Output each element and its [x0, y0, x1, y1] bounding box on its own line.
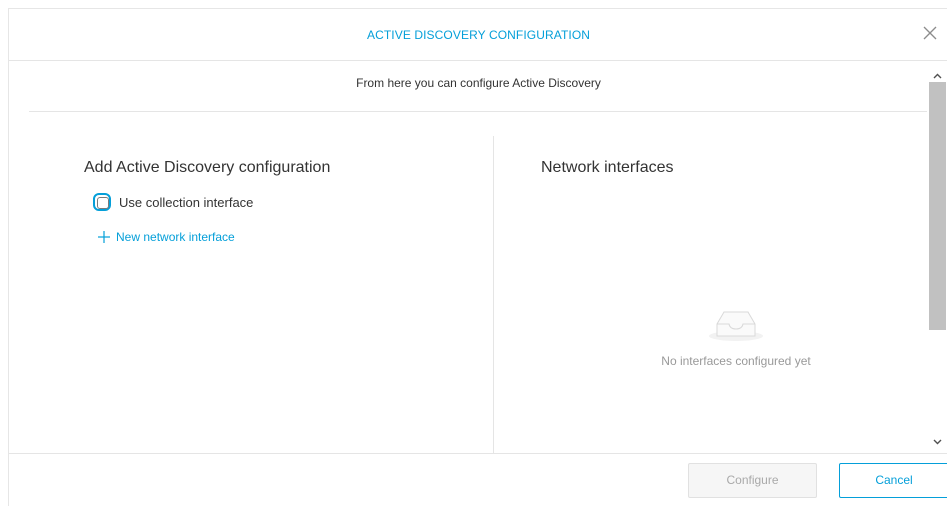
- scrollbar-thumb[interactable]: [929, 82, 946, 330]
- new-network-interface-label: New network interface: [116, 230, 235, 244]
- dialog-body: From here you can configure Active Disco…: [9, 62, 947, 453]
- vertical-scrollbar[interactable]: [927, 62, 947, 453]
- cancel-button[interactable]: Cancel: [839, 463, 947, 498]
- plus-icon: [98, 231, 110, 243]
- active-discovery-dialog: ACTIVE DISCOVERY CONFIGURATION From here…: [8, 8, 947, 506]
- scroll-down-button[interactable]: [927, 434, 947, 452]
- new-network-interface-link[interactable]: New network interface: [97, 230, 235, 244]
- add-configuration-heading: Add Active Discovery configuration: [84, 159, 331, 176]
- chevron-up-icon: [933, 73, 942, 79]
- use-collection-interface-option[interactable]: Use collection interface: [93, 192, 253, 212]
- dialog-title: ACTIVE DISCOVERY CONFIGURATION: [366, 28, 591, 42]
- close-icon: [923, 26, 937, 40]
- use-collection-interface-label: Use collection interface: [119, 194, 254, 210]
- dialog-footer: Configure Cancel: [9, 453, 947, 506]
- panel-divider: [493, 136, 494, 453]
- empty-inbox-icon: [709, 311, 763, 341]
- dialog-header: ACTIVE DISCOVERY CONFIGURATION: [9, 9, 947, 61]
- close-button[interactable]: [922, 25, 938, 41]
- network-interfaces-heading: Network interfaces: [541, 159, 674, 176]
- dialog-subtitle: From here you can configure Active Disco…: [29, 62, 928, 112]
- use-collection-interface-checkbox[interactable]: [93, 193, 111, 211]
- chevron-down-icon: [933, 439, 942, 445]
- configure-button[interactable]: Configure: [688, 463, 817, 498]
- empty-state-text: No interfaces configured yet: [661, 354, 811, 368]
